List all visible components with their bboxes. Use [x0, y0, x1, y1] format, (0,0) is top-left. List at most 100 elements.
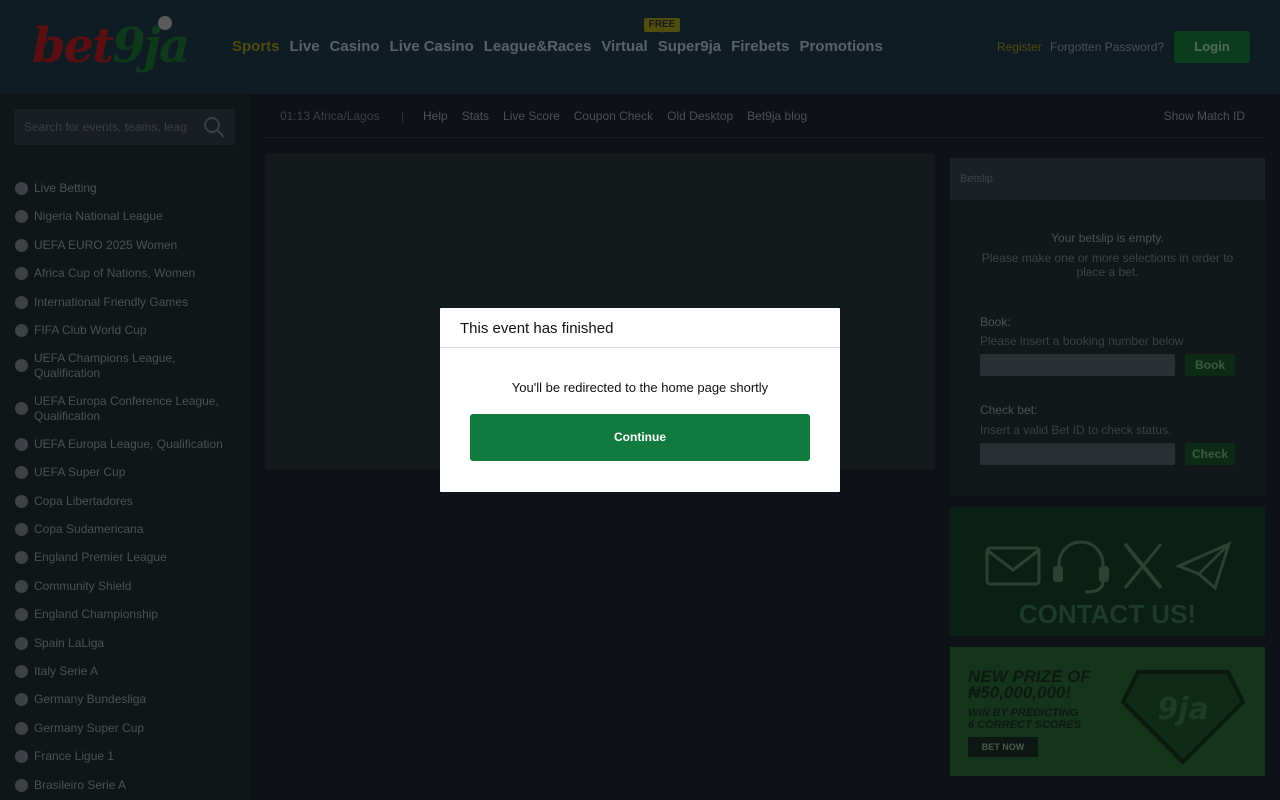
nav-sports[interactable]: Sports — [232, 38, 280, 55]
sidebar-league-item[interactable]: Italy Serie A — [14, 664, 236, 679]
league-label: FIFA Club World Cup — [34, 323, 147, 337]
sidebar-league-item[interactable]: International Friendly Games — [14, 295, 236, 310]
bet9ja-logo[interactable]: bet9ja — [30, 16, 202, 76]
sub-nav: 01:13 Africa/Lagos | Help Stats Live Sco… — [265, 100, 1265, 132]
show-match-id-toggle[interactable]: Show Match ID — [1164, 109, 1245, 123]
bet9ja-blog-link[interactable]: Bet9ja blog — [747, 109, 807, 123]
nav-league-races[interactable]: League&Races — [484, 38, 592, 55]
sidebar: Search for events, teams, leag Live Bett… — [0, 94, 250, 800]
betslip-header: Betslip — [950, 158, 1265, 200]
old-desktop-link[interactable]: Old Desktop — [667, 109, 733, 123]
live-score-link[interactable]: Live Score — [503, 109, 560, 123]
dialog-title: This event has finished — [460, 320, 614, 337]
betslip-title: Betslip — [960, 173, 994, 185]
soccer-ball-icon — [15, 692, 28, 706]
sidebar-league-item[interactable]: Nigeria National League — [14, 209, 236, 224]
nav-casino[interactable]: Casino — [330, 38, 380, 55]
bet-now-button[interactable]: BET NOW — [968, 737, 1038, 757]
sidebar-league-item[interactable]: UEFA Champions League, Qualification — [14, 351, 236, 381]
help-link[interactable]: Help — [423, 109, 448, 123]
sidebar-league-item[interactable]: Brasileiro Serie A — [14, 778, 236, 793]
nav-live-casino[interactable]: Live Casino — [390, 38, 474, 55]
league-label: Nigeria National League — [34, 209, 163, 223]
sidebar-league-item[interactable]: Germany Bundesliga — [14, 692, 236, 707]
contact-title: CONTACT US! — [1018, 599, 1197, 629]
sidebar-league-item[interactable]: Live Betting — [14, 181, 236, 196]
svg-text:9ja: 9ja — [1157, 692, 1208, 727]
league-label: Brasileiro Serie A — [34, 778, 127, 792]
check-button[interactable]: Check — [1185, 443, 1235, 465]
booking-number-input[interactable] — [980, 354, 1175, 376]
soccer-ball-icon — [15, 494, 28, 508]
x-icon — [1123, 542, 1163, 590]
check-bet-instructions: Insert a valid Bet ID to check status. — [980, 423, 1172, 437]
betslip-panel: Betslip Your betslip is empty. Please ma… — [950, 158, 1265, 496]
nav-live[interactable]: Live — [290, 38, 320, 55]
promo-subline-2: 6 CORRECT SCORES — [968, 719, 1082, 731]
main-nav: Sports Live Casino Live Casino League&Ra… — [232, 38, 883, 55]
check-bet-label: Check bet: — [980, 403, 1038, 417]
league-label: Copa Libertadores — [34, 494, 133, 508]
free-badge: FREE — [644, 18, 680, 33]
soccer-ball-icon — [15, 402, 28, 415]
forgot-password-link[interactable]: Forgotten Password? — [1050, 40, 1164, 54]
login-button[interactable]: Login — [1174, 31, 1250, 63]
nav-firebets[interactable]: Firebets — [731, 38, 789, 55]
search-icon[interactable] — [203, 116, 225, 138]
soccer-ball-icon — [15, 437, 28, 451]
nav-virtual[interactable]: Virtual — [601, 38, 647, 55]
soccer-ball-icon — [15, 522, 28, 536]
sidebar-league-item[interactable]: England Championship — [14, 607, 236, 622]
sidebar-league-item[interactable]: UEFA EURO 2025 Women — [14, 238, 236, 253]
contact-banner[interactable]: CONTACT US! — [950, 507, 1265, 636]
book-button[interactable]: Book — [1185, 354, 1235, 376]
soccer-ball-icon — [15, 778, 28, 792]
sidebar-league-item[interactable]: England Premier League — [14, 550, 236, 565]
league-label: Africa Cup of Nations, Women — [34, 266, 196, 280]
soccer-ball-icon — [15, 664, 28, 678]
league-label: France Ligue 1 — [34, 749, 115, 763]
league-label: UEFA Super Cup — [34, 465, 126, 479]
logo-text-bet: bet — [32, 18, 114, 74]
promo-banner[interactable]: NEW PRIZE OF ₦50,000,000! WIN BY PREDICT… — [950, 647, 1265, 776]
sub-nav-links: Help Stats Live Score Coupon Check Old D… — [423, 109, 807, 123]
sidebar-league-item[interactable]: France Ligue 1 — [14, 749, 236, 764]
live-icon — [15, 181, 28, 195]
nav-super9ja[interactable]: Super9ja — [658, 38, 721, 55]
soccer-ball-icon — [15, 295, 28, 309]
league-label: Community Shield — [34, 579, 132, 593]
sidebar-league-item[interactable]: Copa Libertadores — [14, 494, 236, 509]
book-label: Book: — [980, 315, 1011, 329]
register-link[interactable]: Register — [997, 40, 1042, 54]
promo-9ja-logo: 9ja — [1120, 670, 1246, 765]
league-label: England Championship — [34, 607, 159, 621]
sidebar-league-item[interactable]: FIFA Club World Cup — [14, 323, 236, 338]
dialog-message: You'll be redirected to the home page sh… — [511, 380, 769, 395]
nav-promotions[interactable]: Promotions — [799, 38, 882, 55]
sidebar-league-item[interactable]: Spain LaLiga — [14, 636, 236, 651]
sidebar-league-item[interactable]: Germany Super Cup — [14, 721, 236, 736]
sidebar-league-item[interactable]: UEFA Super Cup — [14, 465, 236, 480]
stats-link[interactable]: Stats — [462, 109, 489, 123]
sidebar-league-item[interactable]: UEFA Europa Conference League, Qualifica… — [14, 394, 236, 424]
sidebar-league-item[interactable]: Copa Sudamericana — [14, 522, 236, 537]
search-input[interactable]: Search for events, teams, leag — [14, 109, 235, 145]
soccer-ball-icon — [15, 607, 28, 621]
telegram-icon — [1175, 541, 1232, 591]
contact-icons — [985, 540, 1232, 594]
divider — [440, 347, 840, 348]
league-label: UEFA Europa Conference League, Qualifica… — [34, 394, 219, 423]
headset-icon — [1053, 540, 1109, 594]
sidebar-league-item[interactable]: UEFA Europa League, Qualification — [14, 437, 236, 452]
search-placeholder: Search for events, teams, leag — [24, 120, 187, 134]
mail-icon — [985, 546, 1041, 586]
bet-id-input[interactable] — [980, 443, 1175, 465]
sidebar-league-item[interactable]: Community Shield — [14, 579, 236, 594]
soccer-ball-icon — [15, 721, 28, 735]
continue-button[interactable]: Continue — [470, 414, 810, 461]
league-label: Germany Super Cup — [34, 721, 145, 735]
sidebar-league-item[interactable]: Africa Cup of Nations, Women — [14, 266, 236, 281]
divider: | — [401, 109, 405, 123]
divider — [265, 137, 1265, 138]
coupon-check-link[interactable]: Coupon Check — [574, 109, 653, 123]
